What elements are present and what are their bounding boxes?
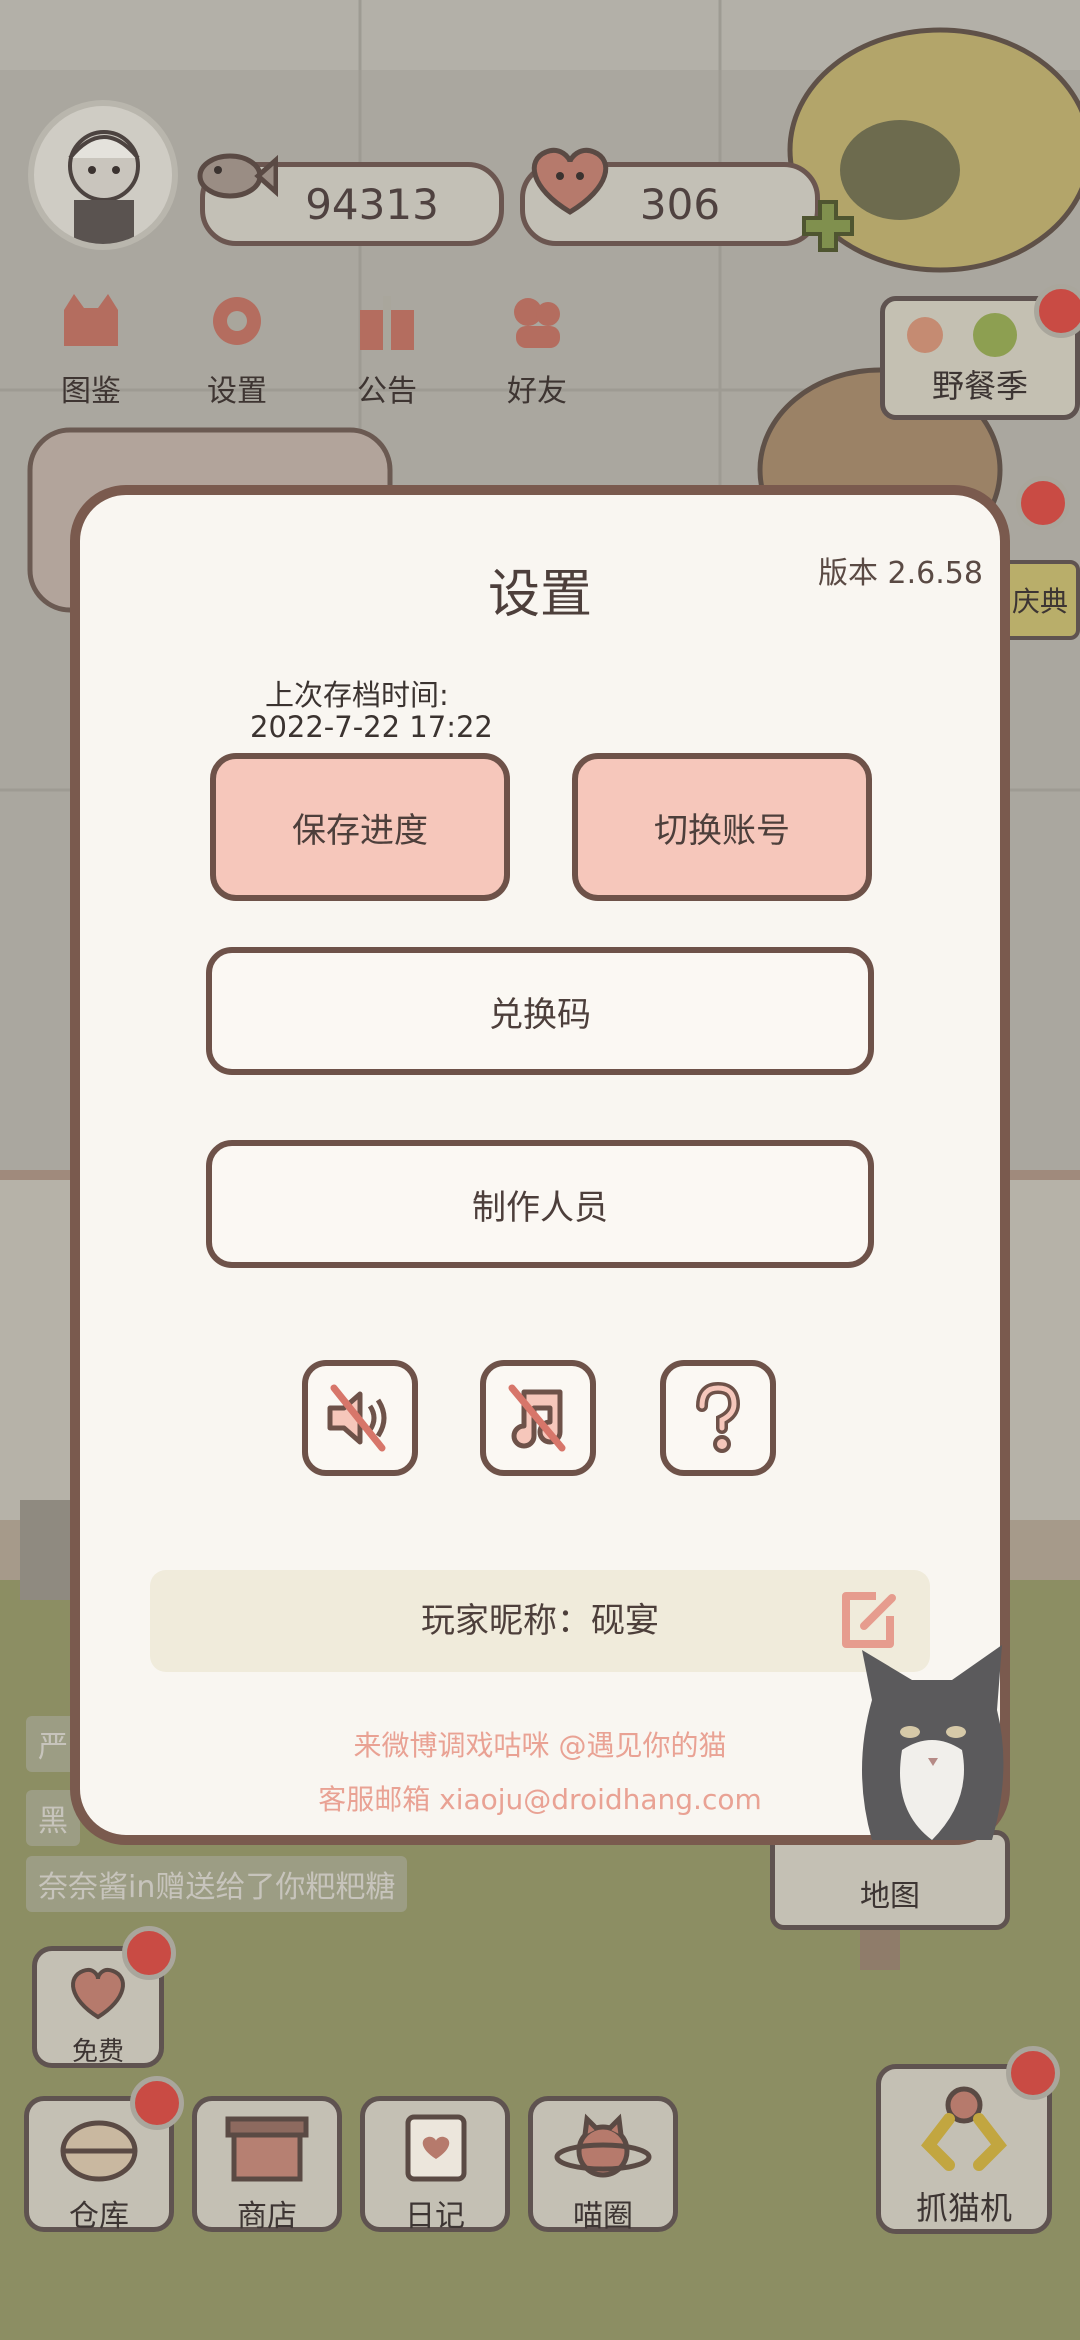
free-label: 免费 xyxy=(71,2037,124,2067)
heart-gift-icon xyxy=(71,1968,125,2020)
version-text: 版本 2.6.58 xyxy=(818,556,983,591)
friends-icon xyxy=(514,298,560,348)
menu-settings[interactable]: 设置 xyxy=(182,290,292,410)
warehouse-icon xyxy=(60,2120,138,2182)
cat-circle-label: 喵圈 xyxy=(573,2199,633,2234)
avatar-portrait-icon xyxy=(68,130,140,244)
help-icon xyxy=(696,1381,741,1453)
nickname-text: 玩家昵称：砚宴 xyxy=(421,1601,659,1641)
switch-account-button[interactable]: 切换账号 xyxy=(572,753,872,901)
menu-friends[interactable]: 好友 xyxy=(482,290,592,410)
heart-icon xyxy=(531,147,609,215)
fish-count: 94313 xyxy=(305,179,439,229)
warehouse-notification-dot xyxy=(130,2076,184,2130)
claw-notification-dot xyxy=(1006,2046,1060,2100)
music-muted-icon xyxy=(508,1384,566,1452)
support-email-link[interactable]: 客服邮箱 xiaoju@droidhang.com xyxy=(150,1778,930,1818)
side-festival-badge[interactable]: 庆典 xyxy=(1000,560,1080,640)
feed-line: 奈奈酱in赠送给了你粑粑糖 xyxy=(26,1856,408,1912)
player-avatar[interactable] xyxy=(28,100,178,250)
warehouse-label: 仓库 xyxy=(69,2199,129,2234)
sound-muted-icon xyxy=(327,1384,387,1452)
diary-button[interactable]: 日记 xyxy=(360,2096,510,2234)
cat-book-icon xyxy=(64,294,118,346)
event-notification-dot xyxy=(1034,284,1080,338)
cat-photo-icon xyxy=(862,1645,1004,1840)
claw-icon xyxy=(921,2086,1007,2171)
cat-circle-button[interactable]: 喵圈 xyxy=(528,2096,678,2234)
free-notification-dot xyxy=(122,1926,176,1980)
gift-icon xyxy=(360,296,414,350)
menu-announcement[interactable]: 公告 xyxy=(332,290,442,410)
side-label: 庆典 xyxy=(1011,585,1068,618)
credits-button[interactable]: 制作人员 xyxy=(206,1140,874,1268)
shop-label: 商店 xyxy=(237,2199,297,2234)
last-save-label: 上次存档时间: xyxy=(265,678,449,712)
gear-icon xyxy=(213,297,261,345)
menu-cat-book[interactable]: 图鉴 xyxy=(36,290,146,410)
menu-label: 图鉴 xyxy=(61,374,121,409)
side-notification-dot xyxy=(1016,476,1070,530)
menu-label: 好友 xyxy=(507,374,567,409)
plus-icon xyxy=(802,200,854,252)
event-label: 野餐季 xyxy=(931,367,1028,405)
menu-label: 设置 xyxy=(207,374,267,409)
last-save-time: 2022-7-22 17:22 xyxy=(250,710,493,744)
help-button[interactable] xyxy=(660,1360,776,1476)
music-toggle-button[interactable] xyxy=(480,1360,596,1476)
add-heart-button[interactable] xyxy=(800,198,856,254)
dialog-title: 设置 xyxy=(487,565,592,625)
fish-icon xyxy=(197,153,278,199)
redeem-code-button[interactable]: 兑换码 xyxy=(206,947,874,1075)
save-progress-button[interactable]: 保存进度 xyxy=(210,753,510,901)
cat-planet-icon xyxy=(554,2113,652,2178)
claw-machine-label: 抓猫机 xyxy=(915,2189,1012,2227)
sound-toggle-button[interactable] xyxy=(302,1360,418,1476)
diary-label: 日记 xyxy=(405,2199,465,2234)
map-label: 地图 xyxy=(860,1879,920,1914)
heart-count: 306 xyxy=(639,179,721,229)
menu-label: 公告 xyxy=(357,374,417,409)
shop-icon xyxy=(225,2116,309,2182)
shop-button[interactable]: 商店 xyxy=(192,2096,342,2234)
diary-icon xyxy=(405,2114,467,2182)
weibo-link[interactable]: 来微博调戏咕咪 @遇见你的猫 xyxy=(150,1724,930,1764)
